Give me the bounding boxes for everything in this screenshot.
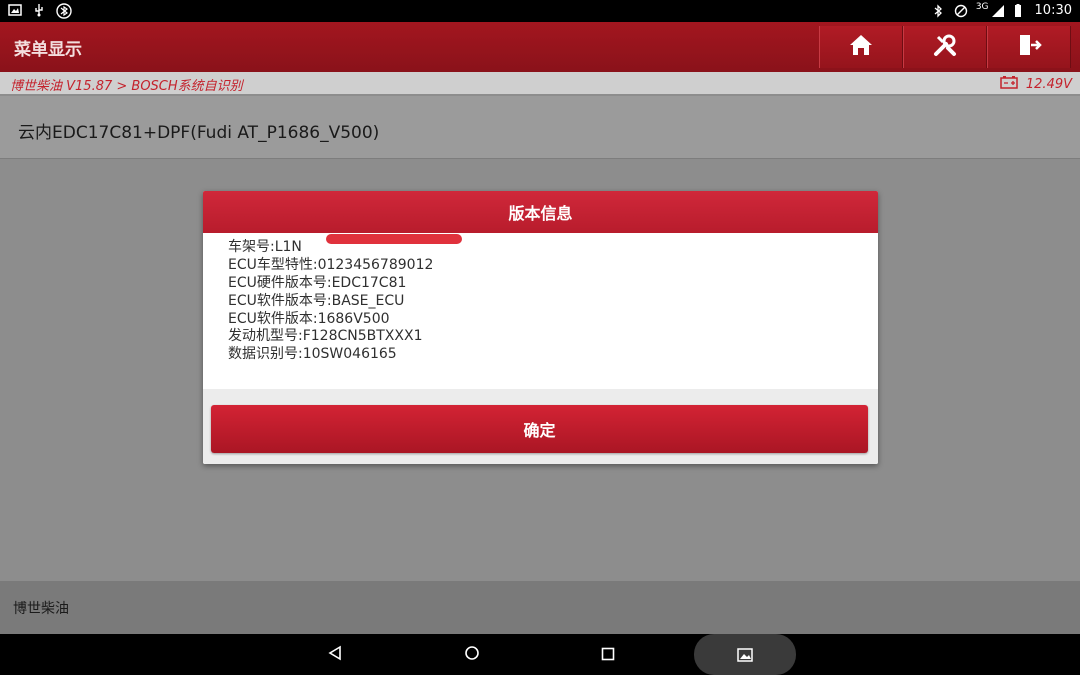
back-icon [327,645,343,665]
status-bar: 3G 10:30 [0,0,1080,22]
exit-icon [1016,32,1042,62]
breadcrumb: 博世柴油 V15.87 > BOSCH系统自识别 [10,79,243,94]
bluetooth-app-icon [56,3,72,19]
vehicle-name: 云内EDC17C81+DPF(Fudi AT_P1686_V500) [18,123,380,143]
image-icon [8,3,22,17]
voltage-indicator: 12.49V [1000,75,1072,93]
home-button[interactable] [819,26,903,68]
redaction-mark [326,234,462,244]
gallery-icon [737,647,753,666]
breadcrumb-bar: 博世柴油 V15.87 > BOSCH系统自识别 12.49V [0,72,1080,94]
dialog-footer: 确定 [203,389,878,464]
exit-button[interactable] [987,26,1071,68]
info-line: ECU硬件版本号:EDC17C81 [228,275,407,291]
diagnose-icon [932,32,958,62]
page-title: 菜单显示 [14,40,82,60]
dialog-title: 版本信息 [203,191,878,233]
app-bar: 菜单显示 [0,22,1080,73]
voltage-value: 12.49V [1025,76,1072,92]
do-not-disturb-icon [954,4,968,18]
vehicle-row[interactable]: 云内EDC17C81+DPF(Fudi AT_P1686_V500) [0,96,1080,159]
clock: 10:30 [1034,3,1072,18]
network-type: 3G [975,1,989,12]
screenshot-button[interactable] [694,634,796,675]
info-line: 发动机型号:F128CN5BTXXX1 [228,328,423,344]
bottom-label: 博世柴油 [13,601,69,617]
signal-icon [991,4,1005,18]
recents-button[interactable] [595,642,621,668]
bottom-bar: 博世柴油 [0,581,1080,634]
info-line: 车架号:L1N [228,234,462,256]
version-info-dialog: 版本信息 车架号:L1N ECU车型特性:0123456789012 ECU硬件… [203,191,878,464]
battery-voltage-icon [1000,75,1018,93]
navigation-bar [0,634,1080,675]
usb-icon [32,3,46,17]
ok-button[interactable]: 确定 [211,405,868,453]
dialog-content: 车架号:L1N ECU车型特性:0123456789012 ECU硬件版本号:E… [203,233,878,389]
diagnose-button[interactable] [903,26,987,68]
home-nav-button[interactable] [459,642,485,668]
recents-square-icon [601,646,615,665]
bluetooth-icon [932,3,946,18]
battery-icon [1013,3,1027,18]
info-line: ECU车型特性:0123456789012 [228,257,434,273]
home-circle-icon [464,645,480,665]
back-button[interactable] [322,642,348,668]
info-line: 数据识别号:10SW046165 [228,346,397,362]
home-icon [848,33,874,61]
info-line-text: 车架号:L1N [228,239,302,255]
info-line: ECU软件版本号:BASE_ECU [228,293,405,309]
